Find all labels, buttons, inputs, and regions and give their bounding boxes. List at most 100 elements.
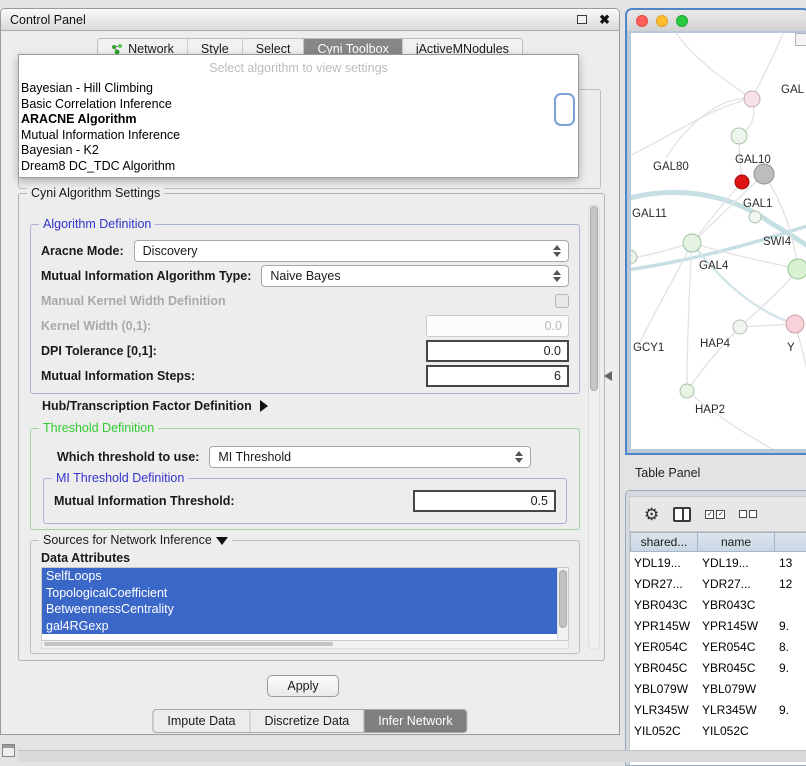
network-node[interactable] bbox=[631, 250, 637, 264]
settings-scrollbar[interactable] bbox=[588, 204, 600, 650]
sources-group-title[interactable]: Sources for Network Inference bbox=[39, 533, 232, 547]
table-row[interactable]: YLR345W YLR345W 9. bbox=[630, 699, 806, 720]
network-node[interactable] bbox=[786, 315, 804, 333]
mi-threshold-field[interactable]: 0.5 bbox=[413, 490, 556, 512]
aracne-mode-select[interactable]: Discovery bbox=[134, 240, 569, 262]
restore-panel-icon[interactable] bbox=[2, 744, 15, 757]
table-panel-title: Table Panel bbox=[635, 466, 700, 480]
table-row[interactable]: YBR043C YBR043C bbox=[630, 594, 806, 615]
focused-button-fragment bbox=[554, 93, 575, 126]
network-node[interactable] bbox=[683, 234, 701, 252]
data-attributes-list[interactable]: SelfLoops TopologicalCoefficient Between… bbox=[41, 567, 569, 641]
popup-item-aracne[interactable]: ARACNE Algorithm bbox=[19, 112, 578, 128]
kernel-width-field[interactable]: 0.0 bbox=[426, 315, 569, 337]
settings-group-title: Cyni Algorithm Settings bbox=[27, 186, 164, 200]
table-header-row: shared... name bbox=[630, 532, 806, 552]
dpi-tolerance-field[interactable]: 0.0 bbox=[426, 340, 569, 362]
kernel-width-label: Kernel Width (0,1): bbox=[41, 319, 151, 333]
combo-arrows-icon bbox=[550, 241, 564, 261]
network-node[interactable] bbox=[680, 384, 694, 398]
network-graph: GAL GAL80 GAL10 GAL11 GAL1 SWI4 GAL4 GCY… bbox=[631, 33, 806, 449]
apply-button[interactable]: Apply bbox=[267, 675, 339, 697]
expand-right-icon bbox=[260, 400, 268, 412]
node-label: GAL4 bbox=[699, 260, 729, 272]
network-node[interactable] bbox=[744, 91, 760, 107]
node-label: GAL bbox=[781, 84, 805, 96]
column-header[interactable]: shared... bbox=[630, 532, 698, 552]
hub-definition-expander[interactable]: Hub/Transcription Factor Definition bbox=[42, 396, 268, 416]
network-node[interactable] bbox=[749, 211, 761, 223]
which-threshold-label: Which threshold to use: bbox=[57, 450, 199, 464]
data-attributes-label: Data Attributes bbox=[41, 551, 579, 565]
tab-impute-data[interactable]: Impute Data bbox=[153, 710, 249, 732]
table-row[interactable]: YIL052C YIL052C bbox=[630, 720, 806, 741]
node-label: GAL11 bbox=[632, 208, 667, 220]
popup-item[interactable]: Bayesian - Hill Climbing bbox=[19, 81, 578, 97]
algorithm-dropdown-popup: Select algorithm to view settings Bayesi… bbox=[18, 54, 579, 178]
close-icon[interactable]: ✖ bbox=[599, 13, 610, 26]
aracne-mode-label: Aracne Mode: bbox=[41, 244, 124, 258]
mi-steps-field[interactable]: 6 bbox=[426, 365, 569, 387]
threshold-definition-title: Threshold Definition bbox=[39, 421, 158, 435]
node-label: GAL1 bbox=[743, 198, 772, 210]
attribute-item-selected[interactable]: gal4RGexp bbox=[42, 618, 557, 635]
attribute-item-selected[interactable]: SelfLoops bbox=[42, 568, 557, 585]
network-canvas[interactable]: GAL GAL80 GAL10 GAL11 GAL1 SWI4 GAL4 GCY… bbox=[631, 33, 806, 449]
network-node-gray[interactable] bbox=[754, 164, 774, 184]
manual-kernel-width-checkbox[interactable] bbox=[555, 294, 569, 308]
network-node-red[interactable] bbox=[735, 175, 749, 189]
combo-arrows-icon bbox=[512, 447, 526, 467]
network-node[interactable] bbox=[788, 259, 806, 279]
network-view-window: GAL GAL80 GAL10 GAL11 GAL1 SWI4 GAL4 GCY… bbox=[625, 8, 806, 455]
table-row[interactable]: YER054C YER054C 8. bbox=[630, 636, 806, 657]
network-node[interactable] bbox=[731, 128, 747, 144]
collapse-down-icon bbox=[216, 537, 228, 545]
table-panel-window: ⚙ ✓✓ shared... name YDL19... YDL19... 13… bbox=[625, 490, 806, 766]
float-window-icon[interactable] bbox=[577, 15, 587, 24]
deselect-all-icon[interactable] bbox=[739, 510, 757, 518]
popup-item[interactable]: Bayesian - K2 bbox=[19, 143, 578, 159]
table-row[interactable]: YBR045C YBR045C 9. bbox=[630, 657, 806, 678]
list-horizontal-scrollbar[interactable] bbox=[41, 641, 569, 649]
threshold-definition-group: Threshold Definition Which threshold to … bbox=[30, 428, 580, 530]
attribute-item-selected[interactable]: BetweennessCentrality bbox=[42, 601, 557, 618]
node-label: GCY1 bbox=[633, 342, 664, 354]
table-toolbar: ⚙ ✓✓ bbox=[629, 496, 806, 532]
network-window-titlebar bbox=[627, 10, 806, 31]
table-row[interactable]: YDR27... YDR27... 12 bbox=[630, 573, 806, 594]
panel-collapse-arrow[interactable] bbox=[604, 371, 612, 381]
node-label: SWI4 bbox=[763, 236, 792, 248]
cyni-bottom-tabs: Impute Data Discretize Data Infer Networ… bbox=[152, 709, 467, 733]
minimize-traffic-light-icon[interactable] bbox=[656, 15, 668, 27]
table-row[interactable]: YDL19... YDL19... 13 bbox=[630, 552, 806, 573]
node-label: GAL80 bbox=[653, 161, 689, 173]
tab-infer-network[interactable]: Infer Network bbox=[363, 710, 466, 732]
columns-icon[interactable] bbox=[673, 507, 691, 522]
table-row[interactable]: YPR145W YPR145W 9. bbox=[630, 615, 806, 636]
network-node[interactable] bbox=[733, 320, 747, 334]
attribute-item-selected[interactable]: TopologicalCoefficient bbox=[42, 585, 557, 602]
column-header[interactable] bbox=[775, 532, 806, 552]
list-vertical-scrollbar[interactable] bbox=[557, 568, 568, 640]
popup-item[interactable]: Basic Correlation Inference bbox=[19, 97, 578, 113]
gear-icon[interactable]: ⚙ bbox=[644, 506, 659, 523]
zoom-traffic-light-icon[interactable] bbox=[676, 15, 688, 27]
algorithm-definition-title: Algorithm Definition bbox=[39, 217, 155, 231]
close-traffic-light-icon[interactable] bbox=[636, 15, 648, 27]
settings-scrollbar-thumb[interactable] bbox=[590, 206, 598, 391]
node-label: HAP2 bbox=[695, 404, 725, 416]
which-threshold-select[interactable]: MI Threshold bbox=[209, 446, 531, 468]
mi-threshold-label: Mutual Information Threshold: bbox=[54, 494, 235, 508]
select-all-icon[interactable]: ✓✓ bbox=[705, 510, 725, 519]
cyni-algorithm-settings-group: Cyni Algorithm Settings Algorithm Defini… bbox=[18, 193, 605, 661]
manual-kernel-width-label: Manual Kernel Width Definition bbox=[41, 294, 226, 308]
control-panel-title: Control Panel bbox=[10, 13, 577, 27]
mi-algorithm-type-select[interactable]: Naive Bayes bbox=[261, 265, 569, 287]
control-panel-window: Control Panel ✖ Network Style Select Cyn… bbox=[0, 8, 620, 735]
canvas-scrollbar-button[interactable] bbox=[795, 33, 806, 46]
column-header[interactable]: name bbox=[698, 532, 775, 552]
popup-item[interactable]: Mutual Information Inference bbox=[19, 128, 578, 144]
table-row[interactable]: YBL079W YBL079W bbox=[630, 678, 806, 699]
tab-discretize-data[interactable]: Discretize Data bbox=[250, 710, 364, 732]
popup-item[interactable]: Dream8 DC_TDC Algorithm bbox=[19, 159, 578, 175]
